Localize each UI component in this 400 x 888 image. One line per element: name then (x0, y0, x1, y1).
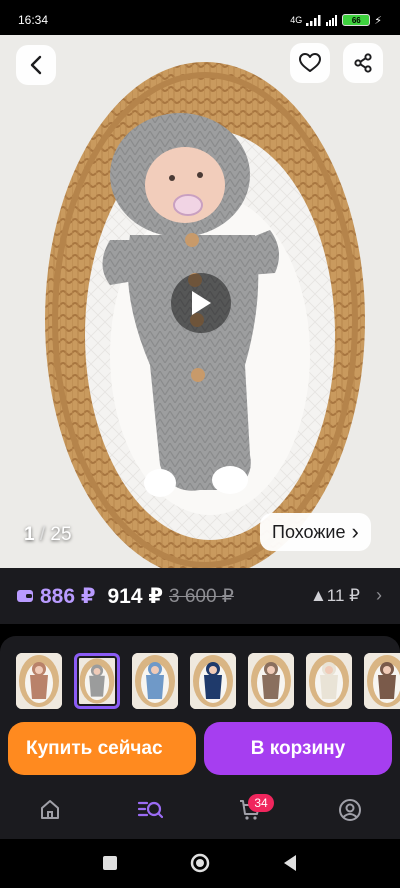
status-time: 16:34 (18, 13, 49, 27)
media-total: 25 (50, 524, 72, 545)
catalog-search-icon (137, 801, 163, 819)
battery-icon: 66 (342, 14, 371, 26)
regular-price: 914 ₽ (107, 584, 163, 608)
price-row[interactable]: 886 ₽ 914 ₽ 3 600 ₽ ▲11 ₽ › (0, 568, 400, 624)
divider (0, 624, 400, 636)
signal-icon (306, 14, 321, 26)
thumb-7[interactable] (364, 653, 400, 709)
thumbnail-image (132, 653, 178, 709)
similar-products-button[interactable]: Похожие › (260, 513, 371, 551)
thumb-5[interactable] (248, 653, 294, 709)
buy-now-button[interactable]: Купить сейчас (8, 722, 196, 775)
price-chevron-icon: › (376, 585, 382, 605)
play-icon (192, 291, 211, 315)
back-button[interactable] (16, 45, 56, 85)
action-bar: Купить сейчас В корзину (0, 718, 400, 784)
thumbnail-image (364, 653, 400, 709)
profile-icon (339, 799, 361, 821)
price-trend: ▲11 ₽ (309, 586, 360, 605)
nav-catalog[interactable] (136, 796, 164, 824)
status-bar: 16:34 4G 66 ⚡ (0, 0, 400, 40)
share-button[interactable] (343, 43, 383, 83)
card-price: 886 ₽ (40, 584, 96, 608)
bottom-navigation: 34 (0, 784, 400, 839)
thumb-2[interactable] (74, 653, 120, 709)
variant-thumbnails[interactable] (0, 636, 400, 718)
thumbnail-image (306, 653, 352, 709)
share-icon (354, 53, 372, 73)
home-icon (41, 800, 59, 819)
old-price: 3 600 ₽ (168, 585, 234, 607)
play-video-button[interactable] (171, 273, 231, 333)
chevron-left-icon (30, 55, 42, 75)
product-photo[interactable]: 1 / 25 Похожие › (0, 35, 400, 568)
thumbnail-image (248, 653, 294, 709)
system-navigation (0, 839, 400, 888)
thumbnail-image (16, 653, 62, 709)
similar-label: Похожие (272, 521, 346, 542)
thumb-1[interactable] (16, 653, 62, 709)
add-to-cart-button[interactable]: В корзину (204, 722, 392, 775)
charging-icon: ⚡ (374, 14, 382, 27)
back-system-icon[interactable] (280, 853, 300, 873)
thumbnail-image (190, 653, 236, 709)
thumb-4[interactable] (190, 653, 236, 709)
thumbnail-image (77, 656, 117, 706)
recents-icon[interactable] (100, 853, 120, 873)
home-system-icon[interactable] (190, 853, 210, 873)
media-counter: 1 / 25 (24, 524, 72, 546)
wifi-icon (326, 14, 338, 26)
network-label: 4G (290, 15, 303, 25)
media-index: 1 (24, 524, 35, 545)
nav-home[interactable] (36, 796, 64, 824)
thumb-6[interactable] (306, 653, 352, 709)
favorite-button[interactable] (290, 43, 330, 83)
wallet-icon (17, 590, 33, 602)
cart-badge: 34 (248, 794, 274, 812)
thumb-3[interactable] (132, 653, 178, 709)
status-icons: 4G 66 ⚡ (290, 14, 382, 27)
media-separator: / (34, 524, 51, 545)
heart-icon (299, 53, 321, 72)
nav-profile[interactable] (336, 796, 364, 824)
chevron-right-icon: › (351, 519, 359, 544)
